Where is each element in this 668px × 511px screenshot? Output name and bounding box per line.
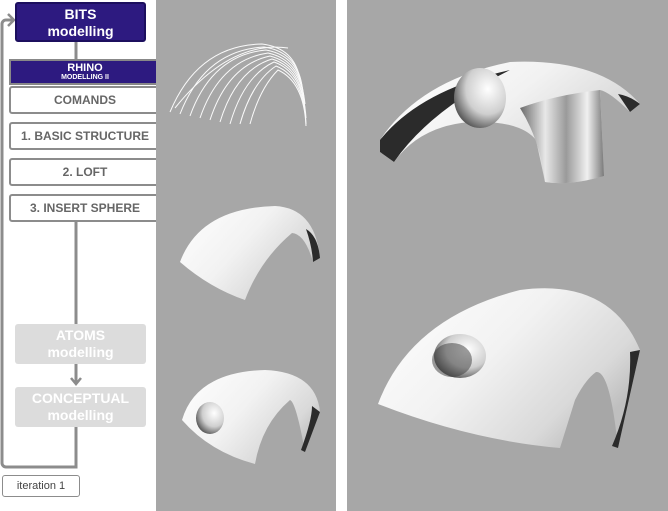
dome-with-sphere-render — [378, 288, 640, 448]
sphere-shell-render — [182, 370, 320, 464]
canopy-render — [380, 61, 640, 184]
loft-shell-render — [180, 206, 320, 300]
wireframe-structure — [169, 43, 307, 127]
render-layer — [169, 43, 640, 464]
